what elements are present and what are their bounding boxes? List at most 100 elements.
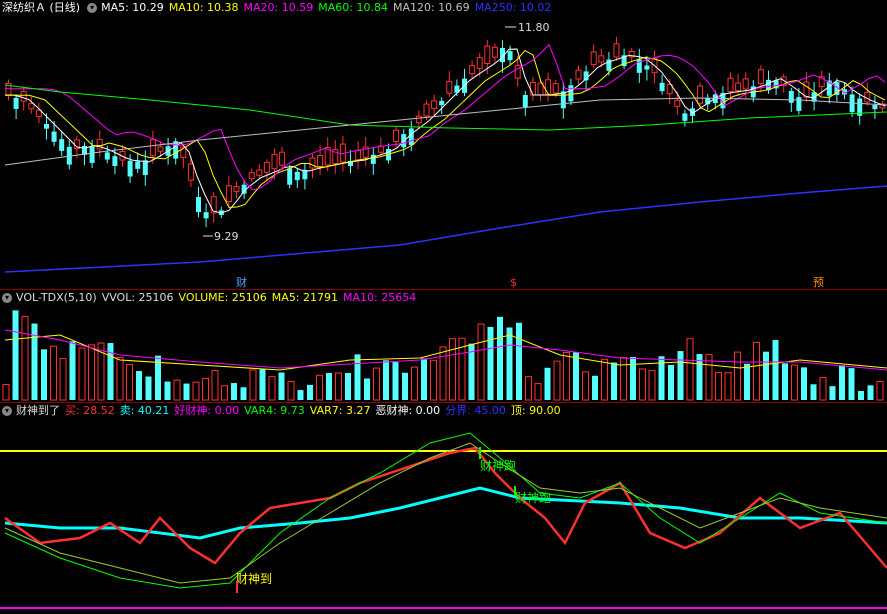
volume-bar-up: [50, 345, 57, 401]
ma250-label: MA250: 10.02: [474, 1, 552, 14]
volume-header: ▾ VOL-TDX(5,10) VVOL: 25106 VOLUME: 25106 MA…: [0, 290, 421, 306]
volume-bar-down: [240, 387, 247, 400]
volume-bar-down: [677, 351, 684, 400]
volume-panel[interactable]: ▾ VOL-TDX(5,10) VVOL: 25106 VOLUME: 25106 MA…: [0, 289, 887, 403]
volume-bar-up: [525, 376, 532, 401]
indicator-panel[interactable]: ▾ 财神到了 买: 28.52 卖: 40.21 好财神: 0.00 VAR4: 9.73…: [0, 402, 887, 614]
volume-bar-down: [782, 363, 788, 400]
candle-body-up: [613, 43, 620, 58]
var7-line: [4, 442, 887, 584]
volume-bar-down: [497, 316, 503, 400]
volume-bar-up: [430, 359, 437, 401]
marker-yu[interactable]: 预: [813, 276, 824, 289]
volume-bar-down: [839, 365, 845, 400]
candle-body-up: [529, 81, 536, 96]
volume-bar-up: [173, 379, 181, 401]
volume-bar-up: [192, 381, 200, 401]
volume-bar-up: [791, 364, 798, 401]
chevron-down-icon[interactable]: ▾: [2, 406, 12, 416]
candle-body-up: [423, 103, 430, 117]
volume-bars: [2, 310, 884, 401]
candles: [5, 36, 886, 227]
sell-label: 卖: 40.21: [119, 404, 170, 417]
ma20-label: MA20: 10.59: [243, 1, 314, 14]
volume-bar-down: [145, 376, 152, 400]
volume-bar-down: [307, 384, 313, 400]
candle-body-up: [317, 154, 324, 167]
volume-bar-down: [506, 327, 513, 400]
ma5-line: [5, 48, 886, 214]
candle-body-up: [697, 85, 704, 104]
boundary-label: 分界: 45.00: [445, 404, 506, 417]
candle-body-up: [279, 151, 286, 166]
volume-bar-up: [202, 377, 209, 401]
candle-body-down: [44, 124, 49, 129]
indicator-chart[interactable]: 财神到 财神跑 财神跑: [0, 403, 887, 614]
candle-body-up: [469, 65, 476, 75]
volume-bar-down: [592, 375, 598, 400]
candle-body-up: [674, 99, 681, 107]
volume-bar-up: [59, 358, 67, 401]
volume-bar-up: [335, 372, 342, 401]
volume-bar-up: [373, 367, 380, 401]
volume-bar-up: [449, 338, 456, 401]
volume-chart[interactable]: [0, 290, 887, 403]
indicator-name: 财神到了: [16, 404, 60, 417]
volume-bar-up: [876, 380, 884, 401]
volume-bar-down: [164, 381, 171, 400]
ma120-label: MA120: 10.69: [392, 1, 470, 14]
chevron-down-icon[interactable]: ▾: [87, 3, 98, 13]
volume-bar-down: [345, 372, 351, 400]
candle-body-down: [112, 156, 118, 166]
volume-label: VOLUME: 25106: [178, 291, 267, 304]
volume-bar-up: [648, 370, 656, 401]
candle-body-down: [59, 139, 65, 151]
volume-bar-down: [392, 362, 399, 400]
ma5-label: MA5: 10.29: [101, 1, 164, 14]
marker-dollar[interactable]: $: [510, 276, 517, 289]
volume-bar-down: [516, 322, 522, 400]
volume-bar-down: [326, 372, 332, 400]
volume-bar-down: [297, 390, 304, 400]
candle-body-up: [446, 80, 453, 94]
volume-bar-down: [772, 340, 779, 400]
volume-bar-up: [268, 376, 276, 401]
volume-bar-up: [211, 370, 219, 401]
ma10-line: [5, 49, 886, 208]
volume-bar-down: [763, 351, 769, 400]
ma10-label: MA10: 10.38: [168, 1, 239, 14]
volume-bar-down: [668, 364, 674, 400]
volume-bar-up: [316, 374, 323, 401]
indicator-header: ▾ 财神到了 买: 28.52 卖: 40.21 好财神: 0.00 VAR4: 9.73…: [0, 403, 566, 419]
volume-bar-up: [439, 346, 447, 401]
chevron-down-icon[interactable]: ▾: [2, 293, 12, 303]
volume-bar-down: [544, 367, 551, 400]
candle-body-up: [484, 45, 491, 64]
volume-bar-up: [2, 383, 10, 401]
candle-body-up: [187, 163, 194, 181]
price-chart[interactable]: 11.80 9.29 财 $ 预: [0, 0, 887, 289]
annotation-caishen-pao-2: 财神跑: [515, 491, 551, 505]
marker-cai[interactable]: 财: [236, 275, 247, 289]
low-price-label: 9.29: [214, 230, 239, 243]
price-panel[interactable]: 深纺织Ａ (日线) ▾ MA5: 10.29 MA10: 10.38 MA20: 10.…: [0, 0, 887, 289]
volume-bar-up: [411, 366, 418, 401]
vol-ma5-label: MA5: 21791: [271, 291, 339, 304]
volume-bar-down: [421, 358, 427, 400]
ma60-label: MA60: 10.84: [318, 1, 388, 14]
volume-bar-up: [287, 380, 295, 401]
volume-bar-up: [686, 338, 694, 401]
candle-body-down: [104, 152, 110, 160]
volume-bar-up: [753, 341, 760, 401]
candle-body-down: [302, 170, 308, 180]
volume-bar-down: [259, 369, 266, 400]
candle-body-up: [210, 196, 217, 214]
candle-body-down: [370, 154, 376, 164]
volume-bar-up: [715, 372, 722, 401]
price-header: 深纺织Ａ (日线) ▾ MA5: 10.29 MA10: 10.38 MA20: 10.…: [0, 0, 556, 16]
candle-body-up: [248, 172, 255, 180]
volume-bar-up: [78, 347, 86, 401]
volume-bar-down: [278, 372, 285, 400]
candle-body-up: [803, 81, 810, 98]
candle-body-down: [13, 97, 19, 109]
